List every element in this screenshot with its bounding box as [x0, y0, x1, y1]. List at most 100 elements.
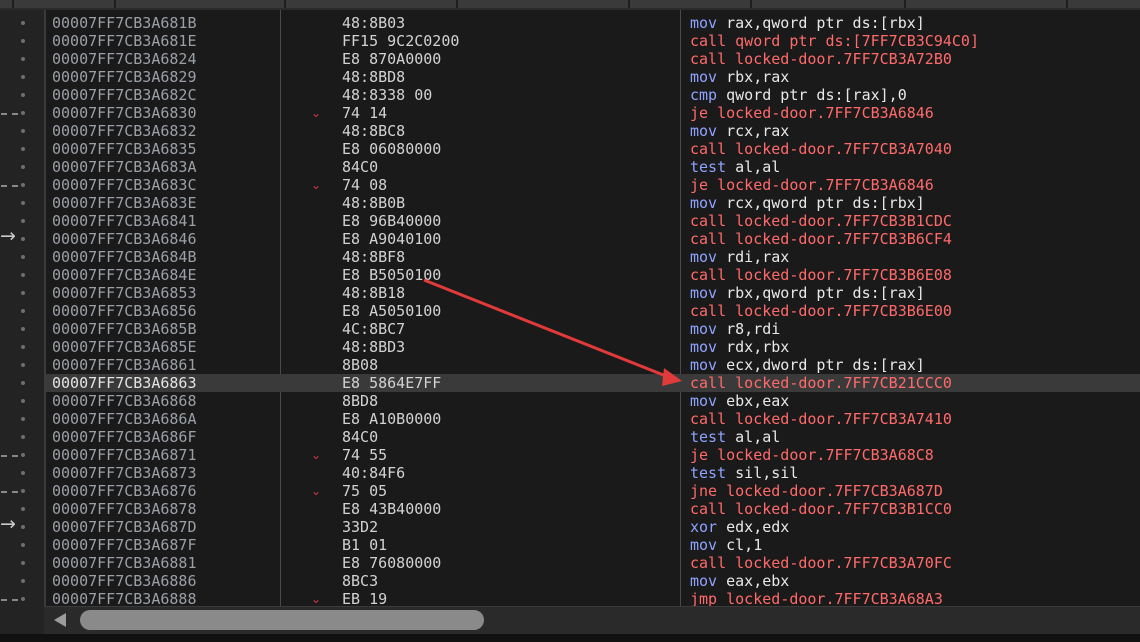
instruction-row[interactable]: 00007FF7CB3A684E E8 B5050100 call locked-d…	[46, 266, 1140, 284]
breakpoint-dot[interactable]	[21, 273, 25, 277]
instruction-row[interactable]: 00007FF7CB3A6846 E8 A9040100 call locked-d…	[46, 230, 1140, 248]
instruction-row[interactable]: 00007FF7CB3A6853 48:8B18 mov rbx,qword ptr…	[46, 284, 1140, 302]
breakpoint-dot[interactable]	[21, 579, 25, 583]
scrollbar-thumb[interactable]	[80, 610, 484, 630]
instruction-cell: mov rax,qword ptr ds:[rbx]	[690, 14, 925, 32]
instruction-row[interactable]: 00007FF7CB3A684B 48:8BF8 mov rdi,rax	[46, 248, 1140, 266]
address-cell: 00007FF7CB3A683C	[52, 176, 197, 194]
breakpoint-dot[interactable]	[21, 417, 25, 421]
bytes-cell: 48:8B0B	[342, 194, 406, 212]
breakpoint-dot[interactable]	[21, 435, 25, 439]
tab[interactable]	[286, 0, 458, 8]
instruction-row[interactable]: 00007FF7CB3A683A 84C0 test al,al	[46, 158, 1140, 176]
instruction-row[interactable]: 00007FF7CB3A686F 84C0 test al,al	[46, 428, 1140, 446]
instruction-row[interactable]: 00007FF7CB3A685B 4C:8BC7 mov r8,rdi	[46, 320, 1140, 338]
tab[interactable]	[116, 0, 286, 8]
breakpoint-dot[interactable]	[21, 561, 25, 565]
breakpoint-dot[interactable]	[21, 525, 25, 529]
operands: rcx,rax	[726, 122, 790, 140]
instruction-row[interactable]: 00007FF7CB3A6824 E8 870A0000 call locked-d…	[46, 50, 1140, 68]
breakpoint-dot[interactable]	[21, 381, 25, 385]
breakpoint-dot[interactable]	[21, 543, 25, 547]
breakpoint-dot[interactable]	[21, 57, 25, 61]
breakpoint-dot[interactable]	[21, 93, 25, 97]
breakpoint-dot[interactable]	[21, 471, 25, 475]
tab[interactable]	[14, 0, 116, 8]
instruction-row[interactable]: 00007FF7CB3A6829 48:8BD8 mov rbx,rax	[46, 68, 1140, 86]
breakpoint-dot[interactable]	[21, 597, 25, 601]
breakpoint-dot[interactable]	[21, 345, 25, 349]
breakpoint-dot[interactable]	[21, 75, 25, 79]
instruction-row[interactable]: 00007FF7CB3A6856 E8 A5050100 call locked-d…	[46, 302, 1140, 320]
breakpoint-dot[interactable]	[21, 507, 25, 511]
branch-line	[1, 455, 18, 457]
instruction-row[interactable]: 00007FF7CB3A686A E8 A10B0000 call locked-d…	[46, 410, 1140, 428]
instruction-row[interactable]: 00007FF7CB3A681E FF15 9C2C0200 call qword …	[46, 32, 1140, 50]
breakpoint-dot[interactable]	[21, 309, 25, 313]
breakpoint-dot[interactable]	[21, 327, 25, 331]
instruction-row[interactable]: 00007FF7CB3A687D 33D2 xor edx,edx	[46, 518, 1140, 536]
mnemonic: mov	[690, 14, 718, 32]
mnemonic: call	[690, 374, 727, 392]
instruction-row[interactable]: 00007FF7CB3A6878 E8 43B40000 call locked-d…	[46, 500, 1140, 518]
mnemonic: call	[690, 32, 727, 50]
breakpoint-dot[interactable]	[21, 255, 25, 259]
bytes-cell: 48:8BD3	[342, 338, 406, 356]
breakpoint-dot[interactable]	[21, 453, 25, 457]
breakpoint-dot[interactable]	[21, 201, 25, 205]
gutter-row	[0, 428, 44, 446]
tab[interactable]	[0, 0, 14, 8]
horizontal-scrollbar[interactable]	[44, 606, 1140, 635]
instruction-row[interactable]: 00007FF7CB3A6841 E8 96B40000 call locked-d…	[46, 212, 1140, 230]
mnemonic: call	[690, 140, 727, 158]
breakpoint-dot[interactable]	[21, 399, 25, 403]
disassembly-view[interactable]: 00007FF7CB3A681B 48:8B03 mov rax,qword ptr…	[44, 10, 1140, 610]
breakpoint-dot[interactable]	[21, 147, 25, 151]
instruction-row[interactable]: 00007FF7CB3A6861 8B08 mov ecx,dword ptr ds…	[46, 356, 1140, 374]
instruction-cell: call locked-door.7FF7CB3A7040	[690, 140, 952, 158]
instruction-row[interactable]: 00007FF7CB3A6886 8BC3 mov eax,ebx	[46, 572, 1140, 590]
breakpoint-dot[interactable]	[21, 129, 25, 133]
selected-instruction-row[interactable]: 00007FF7CB3A6863 E8 5864E7FF call locked-d…	[46, 374, 1140, 392]
breakpoint-dot[interactable]	[21, 237, 25, 241]
triangle-left-icon[interactable]	[54, 613, 66, 627]
branch-gutter[interactable]: → →	[0, 10, 44, 642]
instruction-row[interactable]: 00007FF7CB3A6876 ⌄ 75 05 jne locked-door.7F…	[46, 482, 1140, 500]
instruction-row[interactable]: 00007FF7CB3A683E 48:8B0B mov rcx,qword ptr…	[46, 194, 1140, 212]
instruction-row[interactable]: 00007FF7CB3A6830 ⌄ 74 14 je locked-door.7FF…	[46, 104, 1140, 122]
tab[interactable]	[752, 0, 906, 8]
tab[interactable]	[1068, 0, 1140, 8]
breakpoint-dot[interactable]	[21, 183, 25, 187]
breakpoint-dot[interactable]	[21, 111, 25, 115]
instruction-row[interactable]: 00007FF7CB3A685E 48:8BD3 mov rdx,rbx	[46, 338, 1140, 356]
bytes-cell: E8 A9040100	[342, 230, 442, 248]
breakpoint-dot[interactable]	[21, 39, 25, 43]
breakpoint-dot[interactable]	[21, 21, 25, 25]
breakpoint-dot[interactable]	[21, 489, 25, 493]
instruction-row[interactable]: 00007FF7CB3A681B 48:8B03 mov rax,qword ptr…	[46, 14, 1140, 32]
gutter-row	[0, 14, 44, 32]
tab[interactable]	[458, 0, 630, 8]
tab[interactable]	[630, 0, 752, 8]
tab[interactable]	[906, 0, 1068, 8]
breakpoint-dot[interactable]	[21, 219, 25, 223]
breakpoint-dot[interactable]	[21, 363, 25, 367]
instruction-row[interactable]: 00007FF7CB3A6873 40:84F6 test sil,sil	[46, 464, 1140, 482]
bytes-cell: 48:8B03	[342, 14, 406, 32]
address-cell: 00007FF7CB3A6846	[52, 230, 197, 248]
instruction-row[interactable]: 00007FF7CB3A6832 48:8BC8 mov rcx,rax	[46, 122, 1140, 140]
instruction-row[interactable]: 00007FF7CB3A683C ⌄ 74 08 je locked-door.7FF…	[46, 176, 1140, 194]
instruction-row[interactable]: 00007FF7CB3A687F B1 01 mov cl,1	[46, 536, 1140, 554]
instruction-row[interactable]: 00007FF7CB3A6868 8BD8 mov ebx,eax	[46, 392, 1140, 410]
breakpoint-dot[interactable]	[21, 165, 25, 169]
gutter-row	[0, 446, 44, 464]
gutter-row	[0, 536, 44, 554]
instruction-row[interactable]: 00007FF7CB3A6881 E8 76080000 call locked-d…	[46, 554, 1140, 572]
instruction-row[interactable]: 00007FF7CB3A6835 E8 06080000 call locked-d…	[46, 140, 1140, 158]
chevron-down-icon: ⌄	[311, 448, 322, 462]
instruction-row[interactable]: 00007FF7CB3A6871 ⌄ 74 55 je locked-door.7FF…	[46, 446, 1140, 464]
breakpoint-dot[interactable]	[21, 291, 25, 295]
instruction-row[interactable]: 00007FF7CB3A682C 48:8338 00 cmp qword ptr …	[46, 86, 1140, 104]
operands: locked-door.7FF7CB3A687D	[726, 482, 943, 500]
bytes-cell: 48:8BF8	[342, 248, 406, 266]
